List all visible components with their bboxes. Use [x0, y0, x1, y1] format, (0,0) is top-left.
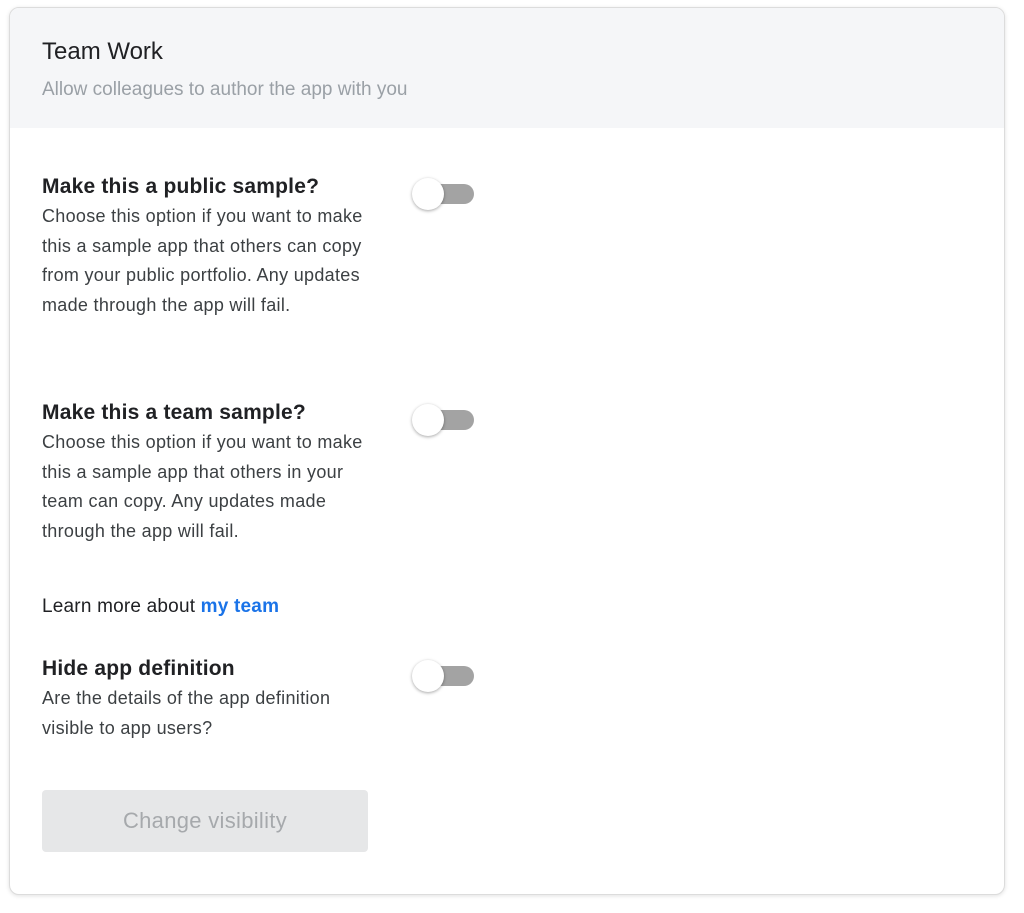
setting-text: Make this a public sample? Choose this o… [42, 174, 382, 320]
setting-description: Are the details of the app definition vi… [42, 688, 331, 738]
setting-title: Make this a team sample? [42, 401, 306, 424]
card-title: Team Work [42, 38, 163, 65]
card-subtitle: Allow colleagues to author the app with … [42, 79, 408, 100]
setting-title: Hide app definition [42, 657, 235, 680]
team-sample-toggle[interactable] [412, 404, 474, 436]
setting-team-sample: Make this a team sample? Choose this opt… [42, 400, 482, 546]
setting-description: Choose this option if you want to make t… [42, 206, 363, 315]
setting-text: Make this a team sample? Choose this opt… [42, 400, 382, 546]
setting-public-sample: Make this a public sample? Choose this o… [42, 174, 482, 320]
toggle-thumb[interactable] [412, 178, 444, 210]
public-sample-toggle[interactable] [412, 178, 474, 210]
setting-title: Make this a public sample? [42, 175, 320, 198]
team-work-card: Team Work Allow colleagues to author the… [9, 7, 1005, 895]
hide-app-definition-toggle[interactable] [412, 660, 474, 692]
toggle-thumb[interactable] [412, 660, 444, 692]
change-visibility-button[interactable]: Change visibility [42, 790, 368, 852]
learn-more-text: Learn more about my team [42, 596, 279, 618]
toggle-thumb[interactable] [412, 404, 444, 436]
setting-hide-app-definition: Hide app definition Are the details of t… [42, 656, 482, 743]
setting-text: Hide app definition Are the details of t… [42, 656, 382, 743]
card-header: Team Work Allow colleagues to author the… [10, 8, 1004, 128]
learn-more-prefix: Learn more about [42, 596, 201, 617]
my-team-link[interactable]: my team [201, 596, 280, 617]
setting-description: Choose this option if you want to make t… [42, 432, 363, 541]
